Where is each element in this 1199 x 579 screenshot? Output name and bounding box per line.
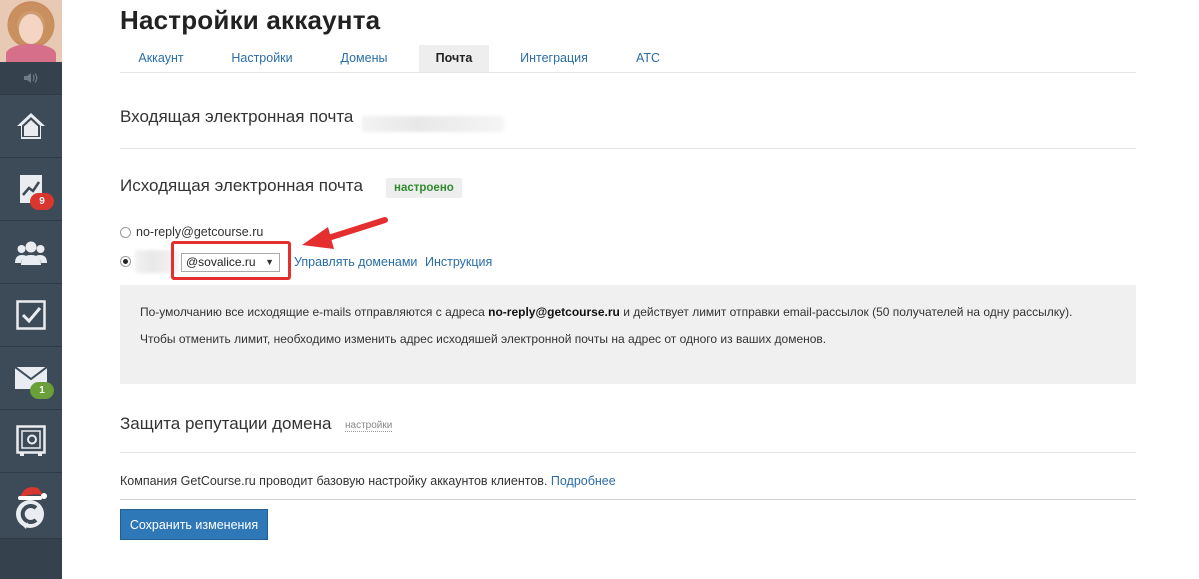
incoming-mail-address-redacted (362, 116, 504, 132)
home-icon (17, 113, 45, 139)
safe-icon (16, 425, 46, 456)
default-address-radio[interactable] (120, 227, 131, 238)
speaker-icon (24, 73, 38, 83)
sidebar-item-getcourse[interactable] (0, 472, 62, 538)
stats-badge: 9 (30, 193, 54, 210)
tab-settings[interactable]: Настройки (217, 45, 307, 72)
sidebar-item-mail[interactable]: 1 (0, 346, 62, 409)
more-link[interactable]: Подробнее (551, 474, 616, 488)
incoming-mail-title: Входящая электронная почта (120, 107, 354, 126)
sidebar-bottom (0, 538, 62, 579)
divider (120, 148, 1136, 149)
footer-text-body: Компания GetCourse.ru проводит базовую н… (120, 474, 551, 488)
avatar-body (6, 44, 56, 64)
tabs-bar: Аккаунт Настройки Домены Почта Интеграци… (120, 45, 1136, 73)
info-line-2: Чтобы отменить лимит, необходимо изменит… (140, 332, 827, 346)
sidebar-item-tasks[interactable] (0, 283, 62, 346)
info-line-1-email: no-reply@getcourse.ru (488, 305, 620, 319)
outgoing-mail-title: Исходящая электронная почта (120, 176, 363, 195)
reputation-settings-link[interactable]: настройки (345, 420, 393, 432)
mail-badge: 1 (30, 382, 54, 399)
getcourse-logo-icon (16, 486, 47, 529)
footer-text: Компания GetCourse.ru проводит базовую н… (120, 474, 616, 488)
main-content: Настройки аккаунта Аккаунт Настройки Дом… (120, 0, 1136, 579)
info-line-1: По-умолчанию все исходящие e-mails отпра… (140, 305, 1072, 319)
sidebar-item-stats[interactable]: 9 (0, 157, 62, 220)
users-icon (15, 241, 47, 265)
sidebar: 9 1 (0, 0, 62, 579)
instruction-link[interactable]: Инструкция (425, 255, 492, 269)
tab-domains[interactable]: Домены (323, 45, 405, 72)
domain-select[interactable]: @sovalice.ru ▼ (181, 253, 280, 272)
sidebar-item-home[interactable] (0, 94, 62, 157)
info-box: По-умолчанию все исходящие e-mails отпра… (120, 285, 1136, 384)
info-line-1-prefix: По-умолчанию все исходящие e-mails отпра… (140, 305, 489, 319)
tab-account[interactable]: Аккаунт (120, 45, 202, 72)
tasks-icon (16, 300, 46, 330)
sidebar-item-safe[interactable] (0, 409, 62, 472)
domain-reputation-title: Защита репутации домена (120, 414, 332, 433)
tab-ats[interactable]: АТС (617, 45, 679, 72)
default-address-label: no-reply@getcourse.ru (136, 225, 264, 239)
avatar[interactable] (0, 0, 62, 64)
sidebar-item-users[interactable] (0, 220, 62, 283)
info-line-1-suffix: и действует лимит отправки email-рассыло… (619, 305, 1073, 319)
status-badge: настроено (386, 178, 462, 198)
domain-select-value: @sovalice.ru (186, 255, 256, 269)
page-title: Настройки аккаунта (120, 5, 381, 35)
avatar-face (19, 14, 43, 44)
notifications-toggle[interactable] (0, 62, 62, 94)
tab-mail[interactable]: Почта (419, 45, 489, 72)
save-button[interactable]: Сохранить изменения (120, 509, 268, 540)
divider (120, 499, 1136, 500)
annotation-arrow (302, 217, 388, 249)
caret-down-icon: ▼ (265, 257, 274, 267)
tab-integration[interactable]: Интеграция (505, 45, 603, 72)
custom-address-radio[interactable] (120, 256, 131, 267)
divider (120, 452, 1136, 453)
